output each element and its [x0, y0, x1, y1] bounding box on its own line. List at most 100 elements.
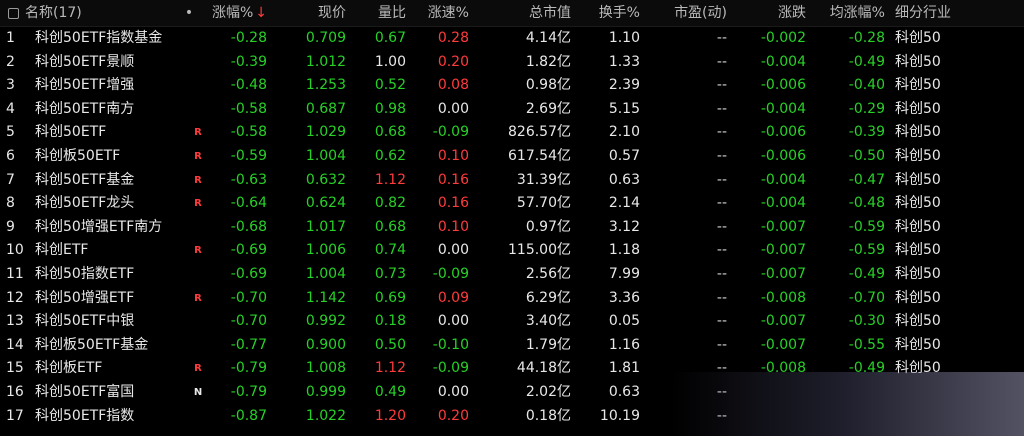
- price-change: -0.007: [760, 336, 806, 353]
- pe-ratio: --: [716, 218, 727, 235]
- security-name: 科创板ETF: [35, 360, 103, 377]
- volume-ratio: 0.62: [374, 147, 406, 164]
- turnover-rate: 7.99: [608, 265, 640, 282]
- rise-speed: 0.10: [437, 147, 469, 164]
- col-pct-header[interactable]: 涨幅% ↓: [205, 0, 267, 26]
- pct-change: -0.58: [230, 124, 267, 141]
- table-row[interactable]: 16 科创50ETF富国 N -0.79 0.999 0.49 0.00 2.02亿 0.63-…: [0, 381, 1024, 405]
- table-row[interactable]: 7 科创50ETF基金 R -0.63 0.632 1.12 0.16 31.39亿 0.63-…: [0, 169, 1024, 193]
- col-pe-header[interactable]: 市盈(动): [660, 0, 727, 26]
- industry: 科创50: [895, 218, 941, 235]
- pe-ratio: --: [716, 407, 727, 424]
- table-row[interactable]: 5 科创50ETF R -0.58 1.029 0.68 -0.09 826.57亿 2.10-…: [0, 121, 1024, 145]
- industry: 科创50: [895, 360, 941, 377]
- table-row[interactable]: 9 科创50增强ETF南方 -0.68 1.017 0.68 0.10 0.97亿 3.12 -…: [0, 216, 1024, 240]
- col-price-header[interactable]: 现价: [275, 0, 346, 26]
- volume-ratio: 1.20: [374, 407, 406, 424]
- table-row[interactable]: 12 科创50增强ETF R -0.70 1.142 0.69 0.09 6.29亿 3.36-…: [0, 287, 1024, 311]
- table-row[interactable]: 11 科创50指数ETF -0.69 1.004 0.73 -0.09 2.56亿 7.99 -…: [0, 263, 1024, 287]
- current-price: 1.006: [305, 242, 346, 259]
- avg-pct-change: -0.59: [848, 218, 885, 235]
- market-cap: 617.54亿: [508, 147, 571, 164]
- row-index: 11: [6, 265, 24, 282]
- select-all-icon[interactable]: [8, 7, 19, 19]
- pe-ratio: --: [716, 313, 727, 330]
- col-vol-ratio-header[interactable]: 量比: [352, 0, 406, 26]
- volume-ratio: 0.18: [374, 313, 406, 330]
- col-speed-header[interactable]: 涨速%: [416, 0, 469, 26]
- pe-ratio: --: [716, 289, 727, 306]
- security-name: 科创ETF: [35, 242, 89, 259]
- table-row[interactable]: 14 科创板50ETF基金 -0.77 0.900 0.50 -0.10 1.79亿 1.16…: [0, 334, 1024, 358]
- pct-change: -0.64: [230, 195, 267, 212]
- table-row[interactable]: 17 科创50ETF指数 -0.87 1.022 1.20 0.20 0.18亿 10.19 -…: [0, 405, 1024, 429]
- volume-ratio: 0.74: [374, 242, 406, 259]
- row-index: 15: [6, 360, 24, 377]
- pct-change: -0.48: [230, 77, 267, 94]
- avg-pct-change: -0.39: [848, 124, 885, 141]
- rise-speed: -0.09: [432, 124, 469, 141]
- volume-ratio: 0.82: [374, 195, 406, 212]
- table-row[interactable]: 6 科创板50ETF R -0.59 1.004 0.62 0.10 617.54亿 0.57-…: [0, 145, 1024, 169]
- col-change-header[interactable]: 涨跌: [737, 0, 806, 26]
- price-change: -0.004: [760, 53, 806, 70]
- row-index: 6: [6, 147, 15, 164]
- market-cap: 0.97亿: [525, 218, 571, 235]
- col-industry-header[interactable]: 细分行业: [895, 0, 995, 26]
- rise-speed: 0.00: [437, 313, 469, 330]
- table-body: 1 科创50ETF指数基金 -0.28 0.709 0.67 0.28 4.14亿 1.10 -…: [0, 27, 1024, 428]
- row-index: 16: [6, 383, 24, 400]
- pe-ratio: --: [716, 30, 727, 46]
- volume-ratio: 0.49: [374, 383, 406, 400]
- table-row[interactable]: 10 科创ETF R -0.69 1.006 0.74 0.00 115.00亿 1.18 -- -…: [0, 239, 1024, 263]
- security-name: 科创50ETF富国: [35, 383, 135, 400]
- market-cap: 1.82亿: [525, 53, 571, 70]
- table-row[interactable]: 8 科创50ETF龙头 R -0.64 0.624 0.82 0.16 57.70亿 2.14-…: [0, 192, 1024, 216]
- table-row[interactable]: 15 科创板ETF R -0.79 1.008 1.12 -0.09 44.18亿 1.81 --…: [0, 357, 1024, 381]
- avg-pct-change: -0.55: [848, 336, 885, 353]
- security-name: 科创50ETF南方: [35, 100, 135, 117]
- current-price: 0.900: [305, 336, 346, 353]
- table-row[interactable]: 3 科创50ETF增强 -0.48 1.253 0.52 0.08 0.98亿 2.39 -- -…: [0, 74, 1024, 98]
- table-row[interactable]: 4 科创50ETF南方 -0.58 0.687 0.98 0.00 2.69亿 5.15 -- -…: [0, 98, 1024, 122]
- sort-desc-icon: ↓: [255, 5, 267, 21]
- security-name: 科创50指数ETF: [35, 265, 135, 282]
- col-avg-pct-header[interactable]: 均涨幅%: [812, 0, 885, 26]
- turnover-rate: 0.05: [608, 313, 640, 330]
- volume-ratio: 0.69: [374, 289, 406, 306]
- col-turnover-header[interactable]: 换手%: [580, 0, 640, 26]
- volume-ratio: 0.68: [374, 124, 406, 141]
- pe-ratio: --: [716, 265, 727, 282]
- volume-ratio: 1.12: [374, 171, 406, 188]
- volume-ratio: 0.67: [374, 30, 406, 46]
- pct-change: -0.69: [230, 242, 267, 259]
- market-cap: 57.70亿: [516, 195, 571, 212]
- price-change: -0.008: [760, 289, 806, 306]
- price-change: -0.007: [760, 313, 806, 330]
- pct-change: -0.59: [230, 147, 267, 164]
- pct-change: -0.39: [230, 53, 267, 70]
- table-row[interactable]: 2 科创50ETF景顺 -0.39 1.012 1.00 0.20 1.82亿 1.33 -- -…: [0, 51, 1024, 75]
- market-cap: 0.98亿: [525, 77, 571, 94]
- avg-pct-change: -0.70: [848, 289, 885, 306]
- pe-ratio: --: [716, 77, 727, 94]
- avg-pct-change: -0.49: [848, 53, 885, 70]
- current-price: 0.632: [305, 171, 346, 188]
- volume-ratio: 0.98: [374, 100, 406, 117]
- rise-speed: 0.00: [437, 100, 469, 117]
- turnover-rate: 2.10: [608, 124, 640, 141]
- row-index: 10: [6, 242, 24, 259]
- col-name-header[interactable]: 名称(17): [8, 0, 188, 26]
- security-name: 科创50ETF增强: [35, 77, 135, 94]
- pe-ratio: --: [716, 171, 727, 188]
- table-header: 名称(17) • 涨幅% ↓ 现价 量比 涨速% 总市值 换手% 市盈(动) 涨跌…: [0, 0, 1024, 27]
- table-row[interactable]: 1 科创50ETF指数基金 -0.28 0.709 0.67 0.28 4.14亿 1.10 -…: [0, 27, 1024, 51]
- col-mktcap-header[interactable]: 总市值: [480, 0, 571, 26]
- avg-pct-change: -0.59: [848, 242, 885, 259]
- table-row[interactable]: 13 科创50ETF中银 -0.70 0.992 0.18 0.00 3.40亿 0.05 --…: [0, 310, 1024, 334]
- industry: 科创50: [895, 265, 941, 282]
- quote-table: 名称(17) • 涨幅% ↓ 现价 量比 涨速% 总市值 换手% 市盈(动) 涨跌…: [0, 0, 1024, 428]
- pct-change: -0.63: [230, 171, 267, 188]
- current-price: 1.029: [305, 124, 346, 141]
- security-name: 科创50ETF指数基金: [35, 30, 163, 46]
